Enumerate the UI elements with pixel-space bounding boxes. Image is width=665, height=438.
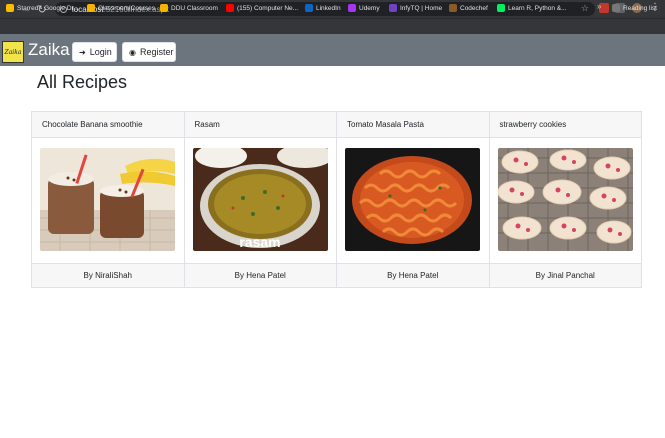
- datacamp-icon: [497, 4, 505, 12]
- bookmark-label: LinkedIn: [316, 4, 341, 12]
- recipe-card[interactable]: Rasam rasam By Hena Patel: [184, 112, 337, 287]
- recipe-card[interactable]: strawberry cookies By Jinal Panchal: [489, 112, 642, 287]
- page-title: All Recipes: [37, 72, 128, 92]
- infytq-icon: [389, 4, 397, 12]
- reading-list[interactable]: Reading list: [612, 2, 657, 14]
- codechef-icon: [449, 4, 457, 12]
- bookmark-item[interactable]: Codechef: [449, 2, 488, 14]
- classroom-icon: [87, 4, 95, 12]
- google-drive-icon: [6, 4, 14, 12]
- recipe-image-area: rasam: [185, 138, 337, 263]
- logo-text: Zaika: [4, 48, 22, 56]
- rasam-image-caption: rasam: [239, 234, 280, 250]
- recipe-image-cookies[interactable]: [497, 148, 633, 251]
- register-label: Register: [139, 47, 174, 57]
- register-button[interactable]: ◉ Register: [122, 42, 176, 62]
- brand-name[interactable]: Zaika: [28, 40, 70, 60]
- bookmark-item[interactable]: Starred - Google Dr...: [6, 2, 79, 14]
- bookmark-item[interactable]: Udemy: [348, 2, 380, 14]
- login-label: Login: [89, 47, 112, 57]
- bookmark-item[interactable]: Learn R, Python &...: [497, 2, 567, 14]
- udemy-icon: [348, 4, 356, 12]
- recipe-title: strawberry cookies: [489, 112, 641, 138]
- bookmark-item[interactable]: (155) Computer Ne...: [226, 2, 298, 14]
- recipe-author: By Hena Patel: [184, 263, 336, 287]
- reading-list-icon: [612, 4, 620, 12]
- recipe-title: Rasam: [184, 112, 336, 138]
- recipe-image-area: [490, 138, 642, 263]
- bookmark-label: Codechef: [460, 4, 488, 12]
- register-icon: ◉: [129, 47, 136, 57]
- bookmark-star-icon[interactable]: ☆: [581, 3, 589, 14]
- bookmark-label: Udemy: [359, 4, 380, 12]
- bookmark-item[interactable]: InfyTQ | Home: [389, 2, 442, 14]
- bookmark-label: DDU Classroom: [171, 4, 218, 12]
- bookmark-item[interactable]: LinkedIn: [305, 2, 341, 14]
- bookmark-item[interactable]: Classroom|Courses: [87, 2, 155, 14]
- recipe-image-area: [32, 138, 184, 263]
- sign-in-icon: ➜: [79, 47, 86, 57]
- recipe-image-smoothie[interactable]: [40, 148, 176, 251]
- brand-logo[interactable]: Zaika: [2, 41, 24, 63]
- recipe-image-rasam[interactable]: rasam: [192, 148, 328, 251]
- bookmarks-bar: [0, 18, 665, 34]
- recipe-author: By Hena Patel: [337, 263, 489, 287]
- classroom-icon: [160, 4, 168, 12]
- recipe-image-area: [337, 138, 489, 263]
- bookmark-label: InfyTQ | Home: [400, 4, 443, 12]
- recipe-author: By NiraliShah: [32, 263, 184, 287]
- reading-list-label: Reading list: [623, 4, 657, 12]
- bookmark-label: Classroom|Courses: [98, 4, 155, 12]
- recipe-title: Chocolate Banana smoothie: [32, 112, 184, 138]
- recipe-image-pasta[interactable]: [345, 148, 481, 251]
- recipe-author: By Jinal Panchal: [489, 263, 641, 287]
- youtube-icon: [226, 4, 234, 12]
- recipe-card[interactable]: Tomato Masala Pasta By Hena Patel: [337, 112, 490, 287]
- bookmark-item[interactable]: DDU Classroom: [160, 2, 218, 14]
- bookmark-label: Starred - Google Dr...: [17, 4, 79, 12]
- bookmark-label: Learn R, Python &...: [508, 4, 567, 12]
- recipe-card-group: Chocolate Banana smoothie By NiraliShah …: [31, 111, 642, 288]
- recipe-card[interactable]: Chocolate Banana smoothie By NiraliShah: [32, 112, 185, 287]
- recipe-title: Tomato Masala Pasta: [337, 112, 489, 138]
- login-button[interactable]: ➜ Login: [72, 42, 117, 62]
- bookmark-label: (155) Computer Ne...: [237, 4, 299, 12]
- more-bookmarks-icon[interactable]: »: [597, 2, 601, 11]
- linkedin-icon: [305, 4, 313, 12]
